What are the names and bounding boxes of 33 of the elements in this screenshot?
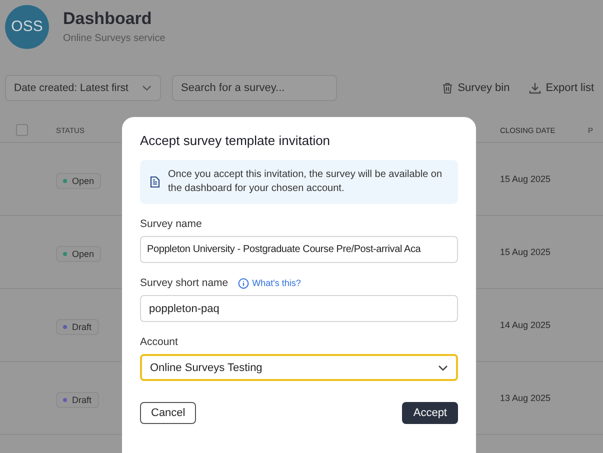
- table-cell-text: 15 Aug 2025: [500, 247, 552, 257]
- page-title: Dashboard: [63, 9, 153, 29]
- input-field[interactable]: Poppleton University - Postgraduate Course Pre/Post-arrival Aca: [140, 236, 458, 263]
- status-label: Open: [72, 248, 94, 258]
- info-icon: [238, 278, 250, 288]
- sort-dropdown[interactable]: Date created: Latest first: [5, 75, 161, 101]
- select-all-checkbox[interactable]: [16, 124, 28, 136]
- search-field[interactable]: Search for a survey...: [172, 75, 337, 101]
- status-label: Draft: [72, 394, 92, 404]
- chevron-down-icon: [438, 364, 448, 370]
- accept-button[interactable]: Accept: [402, 402, 458, 424]
- field-label: Survey name: [140, 218, 202, 230]
- chevron-down-icon: [142, 85, 152, 91]
- download-icon: [528, 82, 541, 94]
- toolbar-button[interactable]: Export list: [524, 82, 598, 94]
- input-field[interactable]: poppleton-paq: [140, 295, 458, 322]
- table-cell-text: 15 Aug 2025: [500, 174, 552, 184]
- field-label: Account: [140, 336, 178, 348]
- document-icon: [150, 176, 160, 188]
- dialog-title: Accept survey template invitation: [140, 133, 332, 148]
- cancel-button[interactable]: Cancel: [140, 402, 196, 424]
- status-label: Open: [72, 176, 94, 186]
- trash-icon: [442, 82, 453, 94]
- help-link[interactable]: What's this?: [238, 278, 301, 288]
- table-cell-text: 13 Aug 2025: [500, 393, 552, 403]
- avatar: OSS: [5, 4, 49, 48]
- status-label: Draft: [72, 322, 92, 332]
- field-label: Survey short name: [140, 277, 228, 289]
- toolbar-button[interactable]: Survey bin: [438, 82, 514, 94]
- account-select[interactable]: Online Surveys Testing: [140, 354, 458, 381]
- table-cell-text: 14 Aug 2025: [500, 320, 552, 330]
- page-subtitle: Online Surveys service: [63, 33, 166, 44]
- info-text: Once you accept this invitation, the survey will be available on the dashboard for your chosen account.: [168, 168, 444, 196]
